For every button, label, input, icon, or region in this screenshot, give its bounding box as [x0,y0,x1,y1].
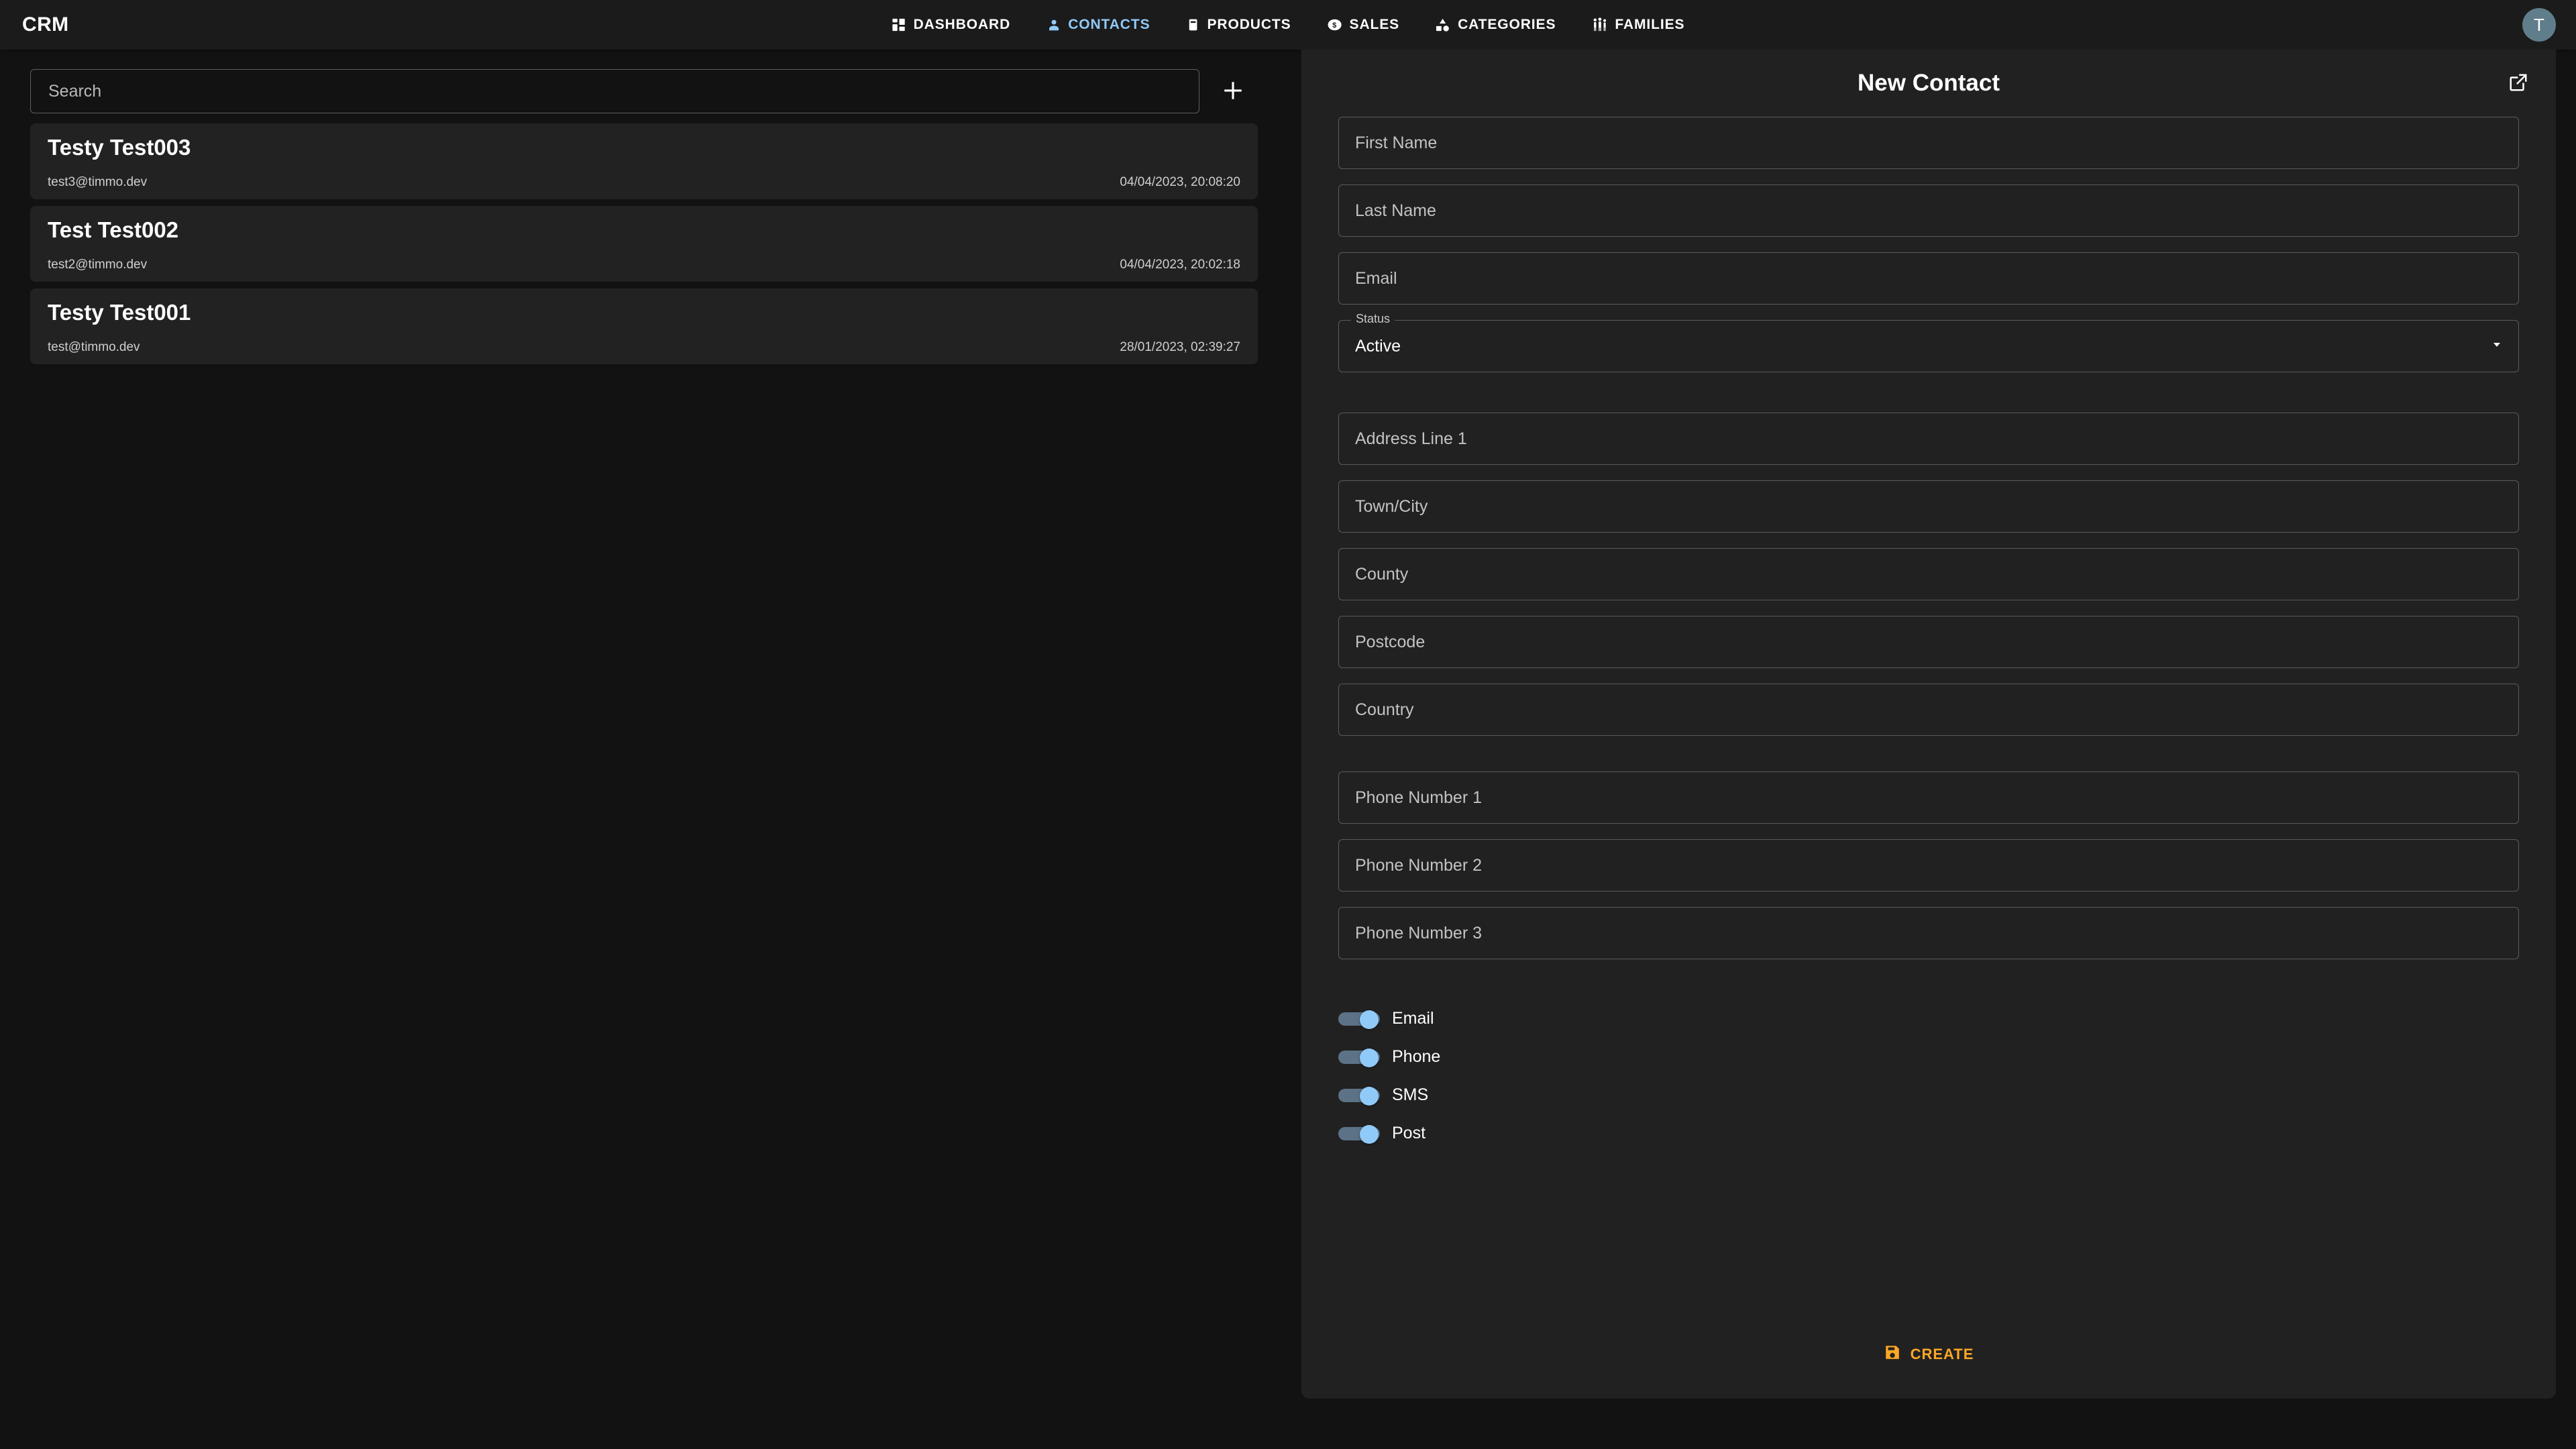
county-field [1338,548,2519,600]
country-field [1338,684,2519,736]
first-name-input[interactable] [1339,117,2518,168]
search-input[interactable] [31,70,1199,113]
toggle-label-email: Email [1392,1009,1434,1028]
new-contact-panel: New Contact Status Active [1301,50,2556,1399]
last-name-input[interactable] [1339,185,2518,236]
dashboard-grid-icon [892,17,906,32]
contact-date: 04/04/2023, 20:08:20 [1120,175,1240,189]
address-line-1-field [1338,413,2519,465]
last-name-field [1338,184,2519,237]
contacts-list-pane: Testy Test003 test3@timmo.dev 04/04/2023… [0,50,1301,1449]
email-field [1338,252,2519,305]
address-line-1-input[interactable] [1339,413,2518,464]
list-item[interactable]: Testy Test003 test3@timmo.dev 04/04/2023… [30,123,1258,199]
search-row [30,68,1268,114]
toggle-thumb [1360,1086,1379,1106]
phone-number-1-input[interactable] [1339,772,2518,823]
list-item[interactable]: Testy Test001 test@timmo.dev 28/01/2023,… [30,288,1258,364]
status-select[interactable]: Status Active [1338,313,2519,372]
contact-list: Testy Test003 test3@timmo.dev 04/04/2023… [30,123,1258,364]
nav-item-products[interactable]: PRODUCTS [1184,13,1294,37]
top-app-bar: CRM DASHBOARD CONTACTS PRODUCTS $ SALES … [0,0,2576,50]
nav-label-products: PRODUCTS [1207,17,1291,32]
contact-name: Test Test002 [48,217,179,242]
nav-item-families[interactable]: FAMILIES [1589,13,1687,37]
nav-item-sales[interactable]: $ SALES [1325,13,1403,37]
contact-email: test2@timmo.dev [48,258,148,272]
toggle-thumb [1360,1048,1379,1067]
add-contact-button[interactable] [1199,69,1267,113]
user-avatar[interactable]: T [2522,8,2556,42]
chevron-down-icon [2490,338,2504,355]
save-floppy-icon [1884,1344,1901,1365]
create-button[interactable]: CREATE [1868,1334,1990,1375]
contact-meta: test2@timmo.dev 04/04/2023, 20:02:18 [48,258,1240,272]
contact-date: 04/04/2023, 20:02:18 [1120,258,1240,272]
status-value: Active [1355,336,1401,356]
county-input[interactable] [1339,549,2518,600]
toggle-row-post[interactable]: Post [1338,1114,2519,1152]
toggle-row-email[interactable]: Email [1338,1000,2519,1038]
avatar-initial: T [2534,14,2544,35]
toggle-label-phone: Phone [1392,1047,1441,1066]
email-input[interactable] [1339,253,2518,304]
postcode-input[interactable] [1339,616,2518,667]
phone-number-1-field [1338,771,2519,824]
toggle-row-phone[interactable]: Phone [1338,1038,2519,1076]
country-input[interactable] [1339,684,2518,735]
nav-label-dashboard: DASHBOARD [913,17,1011,32]
phone-number-2-field [1338,839,2519,892]
contact-name: Testy Test003 [48,135,191,160]
nav-label-families: FAMILIES [1615,17,1685,32]
toggle-switch-phone[interactable] [1338,1048,1380,1067]
plus-icon [1222,79,1244,104]
nav-label-sales: SALES [1349,17,1400,32]
contact-date: 28/01/2023, 02:39:27 [1120,340,1240,354]
toggle-label-sms: SMS [1392,1085,1429,1104]
postcode-field [1338,616,2519,668]
contact-email: test3@timmo.dev [48,175,148,189]
toggle-thumb [1360,1124,1379,1144]
open-in-new-button[interactable] [2500,64,2537,102]
toggle-switch-sms[interactable] [1338,1086,1380,1106]
svg-text:$: $ [1332,21,1337,30]
list-item[interactable]: Test Test002 test2@timmo.dev 04/04/2023,… [30,206,1258,282]
search-field-wrapper [30,69,1199,113]
person-icon [1046,18,1061,32]
toggle-switch-email[interactable] [1338,1010,1380,1029]
town-city-input[interactable] [1339,481,2518,532]
main-navigation: DASHBOARD CONTACTS PRODUCTS $ SALES CATE… [889,13,1688,37]
contact-meta: test3@timmo.dev 04/04/2023, 20:08:20 [48,175,1240,190]
panel-footer: CREATE [1301,1334,2556,1375]
contact-meta: test@timmo.dev 28/01/2023, 02:39:27 [48,340,1240,355]
toggle-row-sms[interactable]: SMS [1338,1076,2519,1114]
contact-preferences-toggles: Email Phone SMS Post [1338,1000,2519,1152]
status-label: Status [1351,313,1395,325]
phone-number-3-field [1338,907,2519,959]
phone-number-3-input[interactable] [1339,908,2518,959]
nav-item-contacts[interactable]: CONTACTS [1044,13,1152,37]
nav-item-categories[interactable]: CATEGORIES [1433,13,1558,37]
nav-item-dashboard[interactable]: DASHBOARD [889,13,1014,37]
town-city-field [1338,480,2519,533]
contact-email: test@timmo.dev [48,340,140,354]
page-title: New Contact [1858,70,2000,96]
toggle-switch-post[interactable] [1338,1124,1380,1144]
new-contact-form: Status Active [1338,117,2519,1152]
shapes-icon [1436,17,1450,32]
toggle-label-post: Post [1392,1124,1426,1142]
first-name-field [1338,117,2519,169]
nav-label-contacts: CONTACTS [1068,17,1150,32]
phone-number-2-input[interactable] [1339,840,2518,891]
product-box-icon [1187,17,1200,32]
nav-label-categories: CATEGORIES [1458,17,1556,32]
toggle-thumb [1360,1010,1379,1029]
app-brand-title: CRM [22,13,69,36]
panel-header: New Contact [1301,50,2556,117]
open-in-new-icon [2508,72,2528,95]
create-button-label: CREATE [1910,1346,1974,1362]
dollar-coin-icon: $ [1328,17,1342,32]
contact-name: Testy Test001 [48,300,191,325]
family-people-icon [1592,17,1607,32]
